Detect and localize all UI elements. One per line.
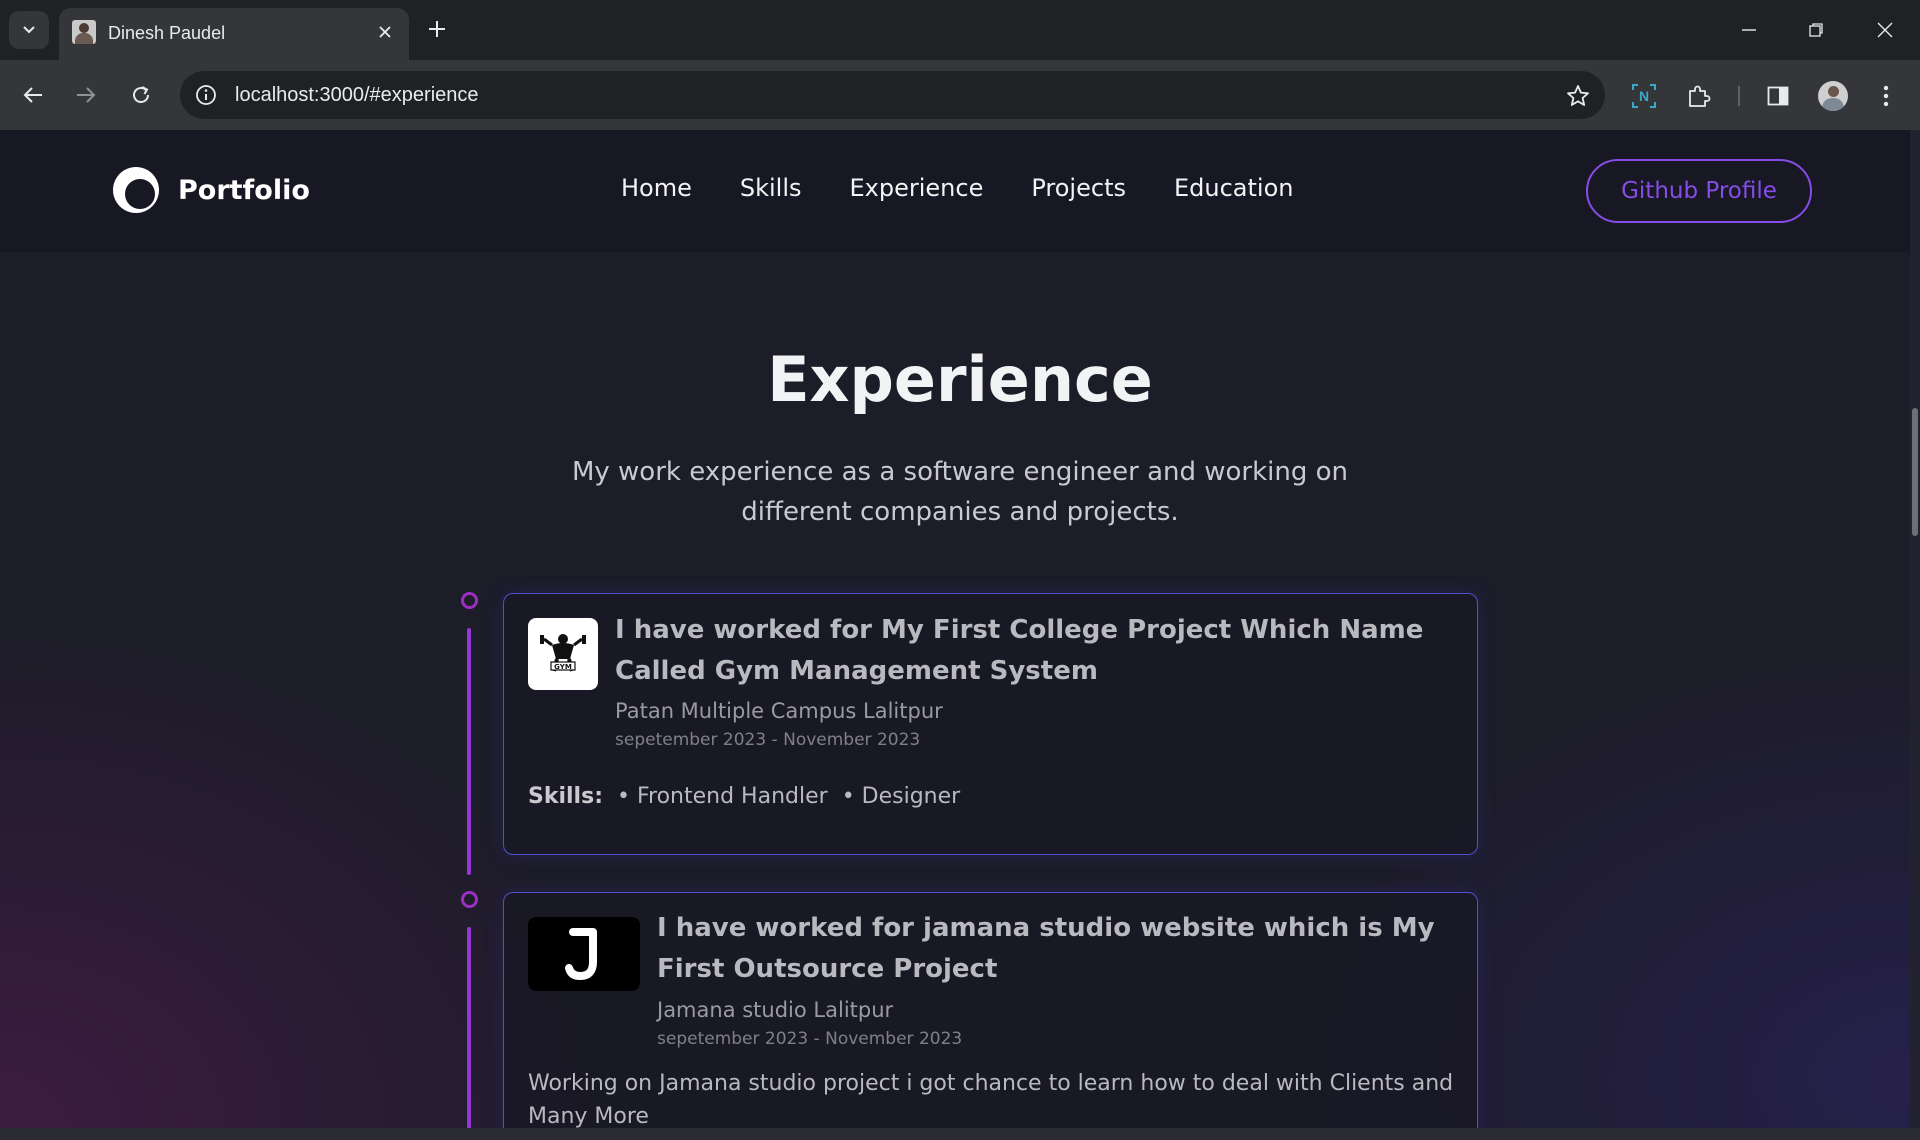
minimize-icon <box>1742 29 1756 31</box>
timeline-connector <box>467 628 471 875</box>
nav-links: Home Skills Experience Projects Educatio… <box>621 174 1293 202</box>
timeline-connector <box>467 927 471 1128</box>
restore-icon <box>1809 23 1823 37</box>
plus-icon <box>429 21 445 37</box>
tab-close-button[interactable] <box>373 20 397 44</box>
experience-description: Working on Jamana studio project i got c… <box>528 1071 1454 1128</box>
skill-item: • Frontend Handler <box>617 784 828 809</box>
arrow-left-icon <box>23 87 42 103</box>
toolbar-separator <box>1738 86 1740 106</box>
reload-button[interactable] <box>121 75 161 115</box>
window-close-button[interactable] <box>1865 10 1905 50</box>
nav-link-projects[interactable]: Projects <box>1031 174 1126 202</box>
nav-link-skills[interactable]: Skills <box>740 174 802 202</box>
chevron-down-icon <box>23 26 35 34</box>
page-viewport: Portfolio Home Skills Experience Project… <box>0 130 1920 1128</box>
experience-company: Jamana studio Lalitpur <box>657 998 894 1022</box>
experience-card: GYM I have worked for My First College P… <box>503 593 1478 855</box>
extension-n-icon[interactable]: N <box>1628 80 1660 112</box>
experience-role: I have worked for jamana studio website … <box>657 913 1435 984</box>
nav-link-home[interactable]: Home <box>621 174 692 202</box>
site-info-icon[interactable] <box>194 83 218 107</box>
bookmark-star-icon[interactable] <box>1565 83 1591 109</box>
more-menu-icon[interactable] <box>1870 80 1902 112</box>
tab-title: Dinesh Paudel <box>108 23 226 43</box>
github-profile-button[interactable]: Github Profile <box>1586 159 1812 223</box>
close-icon <box>1877 22 1893 38</box>
address-bar[interactable]: localhost:3000/#experience <box>180 71 1605 119</box>
extensions-puzzle-icon[interactable] <box>1683 80 1715 112</box>
minimize-button[interactable] <box>1729 10 1769 50</box>
tab-search-button[interactable] <box>9 11 49 49</box>
browser-tab-bar: Dinesh Paudel <box>0 0 1920 60</box>
experience-company: Patan Multiple Campus Lalitpur <box>615 699 943 723</box>
profile-avatar[interactable] <box>1818 81 1848 111</box>
experience-date: sepetember 2023 - November 2023 <box>657 1029 963 1049</box>
close-icon <box>379 26 391 38</box>
scrollbar-thumb[interactable] <box>1912 408 1918 536</box>
nav-link-education[interactable]: Education <box>1174 174 1293 202</box>
site-logo[interactable]: Portfolio <box>110 164 310 216</box>
timeline-dot <box>461 891 478 908</box>
back-button[interactable] <box>13 75 53 115</box>
svg-text:GYM: GYM <box>554 663 572 671</box>
skills-label: Skills: <box>528 784 603 809</box>
experience-date: sepetember 2023 - November 2023 <box>615 730 921 750</box>
profile-favicon-icon <box>72 20 96 44</box>
jamana-logo-icon <box>528 917 640 991</box>
site-navbar: Portfolio Home Skills Experience Project… <box>0 130 1920 252</box>
restore-button[interactable] <box>1796 10 1836 50</box>
experience-skills: Skills: • Frontend Handler • Designer <box>528 784 960 809</box>
gym-logo-icon: GYM <box>528 618 598 690</box>
svg-text:N: N <box>1639 88 1649 104</box>
page-scrollbar[interactable] <box>1910 130 1920 1128</box>
section-title: Experience <box>767 343 1153 416</box>
arrow-right-icon <box>77 87 96 103</box>
timeline-dot <box>461 592 478 609</box>
browser-toolbar: localhost:3000/#experience N <box>0 60 1920 130</box>
logo-ring-icon <box>113 167 159 213</box>
bottom-edge <box>0 1128 1920 1140</box>
experience-card: I have worked for jamana studio website … <box>503 892 1478 1128</box>
side-panel-icon[interactable] <box>1762 80 1794 112</box>
browser-tab[interactable]: Dinesh Paudel <box>59 8 409 60</box>
experience-role: I have worked for My First College Proje… <box>615 615 1424 686</box>
skill-item: • Designer <box>841 784 961 809</box>
section-description: My work experience as a software enginee… <box>571 457 1349 527</box>
forward-button[interactable] <box>66 75 106 115</box>
reload-icon <box>133 86 149 103</box>
nav-link-experience[interactable]: Experience <box>850 174 984 202</box>
new-tab-button[interactable] <box>420 12 454 46</box>
logo-text: Portfolio <box>178 174 310 206</box>
url-text: localhost:3000/#experience <box>235 84 479 106</box>
